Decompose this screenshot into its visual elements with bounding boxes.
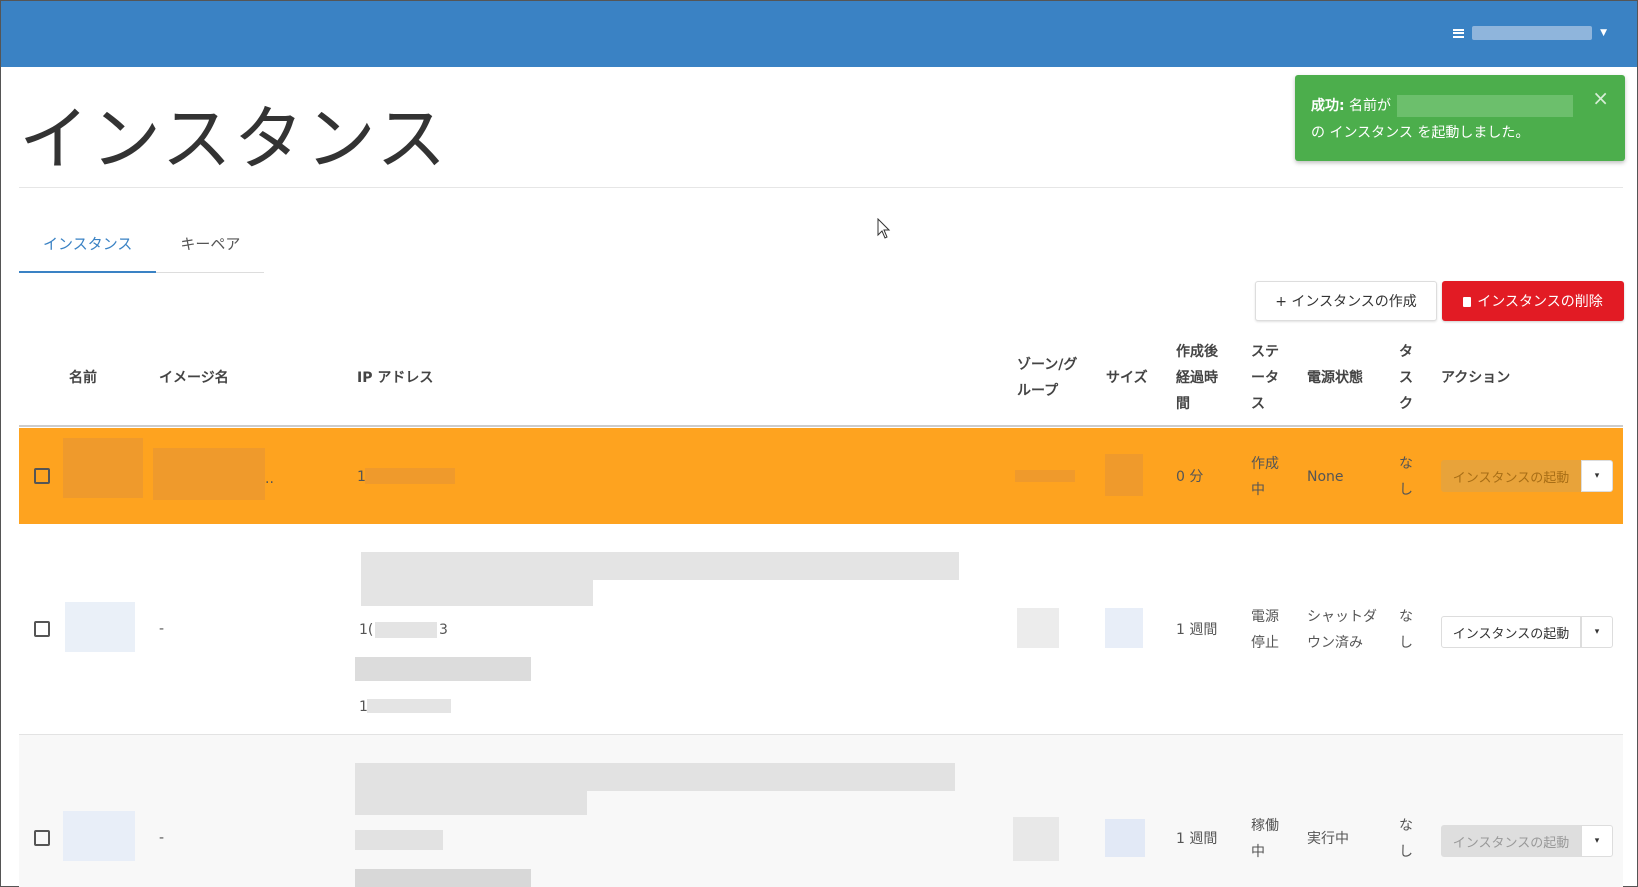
table-row[interactable]: .. 1 0 分 作成 中 None な し インスタンスの起動 ▾ (19, 428, 1623, 524)
header-power[interactable]: 電源状態 (1307, 365, 1363, 391)
chevron-down-icon[interactable]: ▾ (1581, 460, 1613, 492)
zone-redacted (1017, 608, 1059, 648)
row-checkbox[interactable] (34, 468, 50, 484)
power-state: None (1307, 469, 1344, 485)
toast-line-1: 成功: 名前が (1311, 93, 1609, 120)
age: 1 週間 (1176, 622, 1218, 638)
ip-address-redacted (355, 763, 955, 791)
instance-name-redacted (65, 602, 135, 652)
ip-address-redacted (355, 791, 587, 815)
header-task-1[interactable]: タ (1399, 339, 1413, 365)
age: 0 分 (1176, 469, 1204, 485)
top-navbar: ▼ (1, 1, 1637, 67)
tab-keypairs[interactable]: キーペア (156, 223, 264, 273)
delete-instance-button[interactable]: インスタンスの削除 (1442, 281, 1624, 321)
zone-redacted (1013, 817, 1059, 861)
task-line-2: し (1399, 844, 1413, 860)
power-state: 実行中 (1307, 831, 1349, 847)
table-header: 名前 イメージ名 IP アドレス ゾーン/グ ループ サイズ 作成後 経過時 間… (19, 331, 1623, 427)
status-line-1: 作成 (1251, 456, 1279, 472)
status-line-2: 中 (1251, 844, 1265, 860)
task-line-2: し (1399, 482, 1413, 498)
header-size[interactable]: サイズ (1106, 365, 1148, 391)
user-name-redacted (1472, 26, 1593, 40)
header-ip[interactable]: IP アドレス (357, 365, 433, 391)
ip-address-redacted (361, 552, 959, 580)
ip-address-redacted (367, 699, 451, 713)
row-checkbox[interactable] (34, 830, 50, 846)
header-age-3[interactable]: 間 (1176, 391, 1190, 417)
size-redacted (1105, 608, 1143, 648)
close-icon[interactable]: × (1592, 85, 1609, 112)
chevron-down-icon[interactable]: ▾ (1581, 825, 1613, 857)
ip-address-redacted (355, 657, 531, 681)
image-name-ellipsis: .. (265, 471, 274, 487)
table-row[interactable]: - 1 週間 稼働 中 実行中 な し インスタンスの起動 ▾ (19, 735, 1623, 887)
ip-address-suffix: 3 (439, 622, 448, 638)
header-name[interactable]: 名前 (69, 365, 97, 391)
user-menu[interactable]: ▼ (1453, 25, 1607, 41)
status-line-2: 中 (1251, 482, 1265, 498)
header-task-2[interactable]: ス (1399, 365, 1413, 391)
trash-icon (1463, 297, 1472, 307)
toast-prefix: 成功: (1311, 98, 1345, 114)
page-title: インスタンス (19, 98, 449, 180)
size-redacted (1105, 819, 1145, 857)
header-status-3[interactable]: ス (1251, 391, 1265, 417)
power-state-line-1: シャットダ (1307, 609, 1377, 625)
header-age-2[interactable]: 経過時 (1176, 365, 1218, 391)
mouse-cursor-icon (877, 218, 891, 239)
user-menu-icon (1453, 28, 1465, 38)
delete-instance-label: インスタンスの削除 (1477, 294, 1603, 310)
header-zone-1[interactable]: ゾーン/グ (1017, 352, 1077, 378)
row-action-group: インスタンスの起動 ▾ (1441, 460, 1613, 492)
instance-name-redacted (63, 811, 135, 861)
success-toast: 成功: 名前が の インスタンス を起動しました。 × (1295, 75, 1625, 161)
header-action: アクション (1441, 370, 1511, 386)
ip-address-redacted (375, 622, 437, 638)
ip-address-redacted (361, 580, 593, 606)
launch-instance-button[interactable]: インスタンスの起動 (1441, 825, 1581, 857)
image-name: - (159, 830, 165, 846)
image-name-redacted (153, 448, 265, 500)
status-line-1: 電源 (1251, 609, 1279, 625)
header-age-1[interactable]: 作成後 (1176, 339, 1218, 365)
row-action-group: インスタンスの起動 ▾ (1441, 825, 1613, 857)
image-name: - (159, 621, 165, 637)
power-state-line-2: ウン済み (1307, 635, 1363, 651)
toast-text-2: の インスタンス を起動しました。 (1311, 125, 1530, 141)
ip-address: 1( (359, 622, 374, 638)
ip-address-redacted (355, 830, 443, 850)
toast-instance-name-redacted (1397, 95, 1574, 117)
chevron-down-icon[interactable]: ▾ (1581, 616, 1613, 648)
create-instance-button[interactable]: + インスタンスの作成 (1255, 281, 1437, 321)
title-divider (19, 187, 1623, 188)
ip-address-redacted (355, 869, 531, 887)
header-status-1[interactable]: ステ (1251, 339, 1279, 365)
age: 1 週間 (1176, 831, 1218, 847)
size-redacted (1105, 454, 1143, 496)
chevron-down-icon: ▼ (1600, 28, 1607, 38)
status-line-2: 停止 (1251, 635, 1279, 651)
launch-instance-button[interactable]: インスタンスの起動 (1441, 460, 1581, 492)
zone-redacted (1015, 470, 1075, 482)
ip-address-redacted (365, 468, 455, 484)
status-line-1: 稼働 (1251, 818, 1279, 834)
launch-instance-button[interactable]: インスタンスの起動 (1441, 616, 1581, 648)
task-line-1: な (1399, 609, 1413, 625)
row-checkbox[interactable] (34, 621, 50, 637)
header-status-2[interactable]: ータ (1251, 365, 1279, 391)
header-image[interactable]: イメージ名 (159, 365, 229, 391)
toast-text-1: 名前が (1344, 98, 1392, 114)
task-line-2: し (1399, 635, 1413, 651)
header-zone-2[interactable]: ループ (1017, 378, 1058, 404)
task-line-1: な (1399, 456, 1413, 472)
tab-instances[interactable]: インスタンス (19, 223, 157, 273)
task-line-1: な (1399, 818, 1413, 834)
tab-bar: インスタンス キーペア (19, 223, 265, 273)
instance-name-redacted (63, 438, 143, 498)
row-action-group: インスタンスの起動 ▾ (1441, 616, 1613, 648)
table-row[interactable]: - 1( 3 1 1 週間 電源 停止 シャットダ ウン済み な し インスタン… (19, 524, 1623, 735)
header-task-3[interactable]: ク (1399, 391, 1413, 417)
